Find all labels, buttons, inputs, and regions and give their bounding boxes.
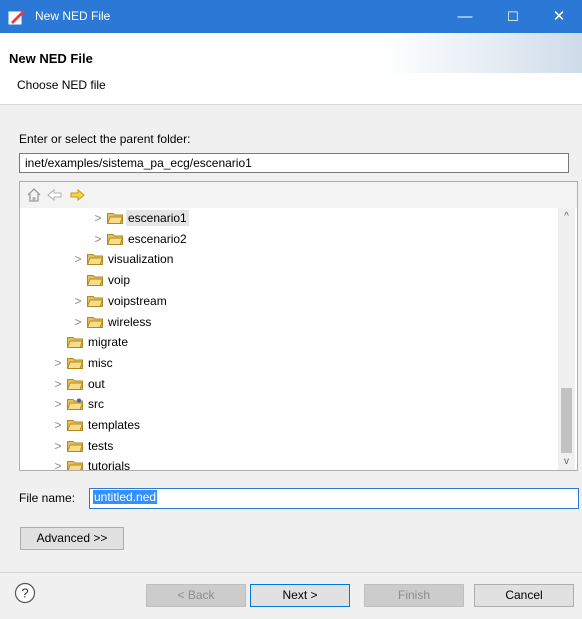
folder-icon (67, 461, 83, 470)
tree-item-label: visualization (108, 252, 174, 267)
scroll-up-icon[interactable]: ^ (558, 208, 575, 225)
folder-icon (107, 213, 123, 224)
tree-item[interactable]: > visualization (20, 249, 557, 269)
expand-chevron-icon[interactable]: > (52, 396, 64, 412)
back-arrow-icon[interactable] (46, 186, 64, 204)
folder-icon (67, 378, 83, 390)
ned-file-icon (8, 10, 25, 25)
scroll-thumb[interactable] (561, 388, 572, 453)
tree-item[interactable]: migrate (20, 332, 557, 352)
tree-item[interactable]: voip (20, 270, 557, 290)
folder-icon (87, 254, 103, 266)
expand-chevron-icon[interactable]: > (72, 314, 84, 330)
tree-item[interactable]: > wireless (20, 312, 557, 332)
scroll-down-icon[interactable]: v (558, 453, 575, 470)
tree-item[interactable]: > out (20, 374, 557, 394)
tree-item[interactable]: > tutorials (20, 456, 557, 470)
folder-icon (67, 357, 83, 369)
tree-item-label: misc (88, 355, 113, 370)
file-name-value: untitled.ned (93, 490, 158, 504)
help-icon[interactable]: ? (14, 582, 36, 604)
forward-arrow-icon[interactable] (68, 186, 86, 204)
tree-item-label: tutorials (88, 459, 131, 470)
tree-item[interactable]: > voipstream (20, 291, 557, 311)
expand-chevron-icon[interactable]: > (52, 417, 64, 433)
tree-item[interactable]: > src (20, 394, 557, 414)
expand-chevron-icon[interactable]: > (72, 293, 84, 309)
tree-item-label: wireless (108, 314, 152, 329)
file-name-label: File name: (19, 491, 76, 505)
parent-folder-input[interactable]: inet/examples/sistema_pa_ecg/escenario1 (19, 153, 569, 173)
tree-item-label: escenario1 (126, 210, 189, 226)
title-bar: New NED File — ☐ ✕ (0, 0, 582, 33)
back-button[interactable]: < Back (146, 584, 246, 607)
tree-item[interactable]: > escenario1 (20, 208, 557, 228)
expand-chevron-icon[interactable]: > (52, 438, 64, 454)
tree-item-label: templates (88, 418, 141, 432)
wizard-heading: New NED File (9, 51, 93, 66)
tree-nav-bar (20, 182, 577, 208)
window-title: New NED File (35, 9, 111, 23)
expand-chevron-icon[interactable]: > (52, 355, 64, 371)
svg-text:?: ? (21, 586, 28, 601)
file-name-input[interactable]: untitled.ned (89, 488, 579, 509)
tree-item[interactable]: > tests (20, 436, 557, 456)
tree-item-label: voipstream (108, 293, 167, 308)
advanced-button[interactable]: Advanced >> (20, 527, 124, 550)
folder-tree-panel: > escenario1 > escenario2 > visualization voip… (19, 181, 578, 471)
home-icon[interactable] (25, 186, 43, 204)
folder-icon (87, 295, 103, 307)
tree-item-label: out (88, 376, 105, 391)
expand-chevron-icon[interactable]: > (92, 231, 104, 247)
tree-item-label: migrate (88, 335, 129, 350)
expand-chevron-icon[interactable]: > (72, 251, 84, 267)
tree-item-label: voip (108, 273, 131, 288)
folder-icon (87, 316, 103, 328)
tree-item[interactable]: > templates (20, 415, 557, 435)
tree-scrollbar[interactable]: ^ v (558, 208, 575, 470)
expand-chevron-icon[interactable]: > (92, 210, 104, 226)
tree-item-label: escenario2 (128, 231, 187, 246)
tree-item[interactable]: > escenario2 (20, 229, 557, 249)
expand-chevron-icon[interactable]: > (52, 458, 64, 470)
wizard-description: Choose NED file (17, 78, 106, 92)
tree-item-label: src (88, 397, 104, 412)
wizard-banner: New NED File Choose NED file (0, 33, 582, 105)
tree-item-label: tests (88, 438, 114, 453)
folder-icon (87, 275, 103, 287)
folder-tree: > escenario1 > escenario2 > visualization voip… (20, 208, 557, 470)
maximize-button[interactable]: ☐ (490, 0, 536, 33)
folder-icon (67, 440, 83, 452)
parent-folder-label: Enter or select the parent folder: (19, 132, 191, 146)
folder-icon (67, 420, 83, 431)
footer-separator (0, 572, 582, 573)
next-button[interactable]: Next > (250, 584, 350, 607)
minimize-button[interactable]: — (442, 0, 488, 33)
tree-item[interactable]: > misc (20, 353, 557, 373)
banner-decoration (382, 33, 582, 73)
close-button[interactable]: ✕ (536, 0, 582, 33)
finish-button[interactable]: Finish (364, 584, 464, 607)
source-folder-icon (67, 398, 83, 411)
cancel-button[interactable]: Cancel (474, 584, 574, 607)
folder-icon (107, 233, 123, 245)
folder-icon (67, 337, 83, 349)
expand-chevron-icon[interactable]: > (52, 376, 64, 392)
